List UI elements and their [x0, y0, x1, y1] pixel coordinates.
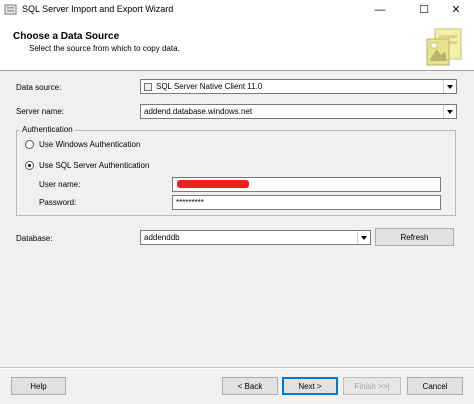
chevron-down-icon[interactable]	[443, 105, 456, 118]
server-name-combobox[interactable]: addend.database.windows.net	[140, 104, 457, 119]
windows-auth-option[interactable]: Use Windows Authentication	[25, 140, 140, 149]
refresh-button[interactable]: Refresh	[375, 228, 454, 246]
server-name-value: addend.database.windows.net	[144, 107, 253, 116]
maximize-icon: ☐	[419, 4, 429, 16]
data-source-provider-icon	[144, 82, 152, 91]
close-icon: ✕	[451, 4, 461, 16]
cancel-button[interactable]: Cancel	[407, 377, 463, 395]
redaction-mark	[177, 180, 249, 188]
next-button[interactable]: Next >	[282, 377, 338, 395]
authentication-group-label: Authentication	[20, 125, 75, 134]
page-subtitle: Select the source from which to copy dat…	[29, 44, 180, 53]
sql-auth-option[interactable]: Use SQL Server Authentication	[25, 161, 149, 170]
maximize-button[interactable]: ☐	[410, 0, 438, 20]
password-label: Password:	[39, 198, 77, 207]
page-title: Choose a Data Source	[13, 31, 120, 42]
database-dropdown[interactable]: addenddb	[140, 230, 371, 245]
finish-button[interactable]: Finish >>|	[343, 377, 401, 395]
windows-auth-radio[interactable]	[25, 140, 34, 149]
sql-auth-label: Use SQL Server Authentication	[39, 161, 150, 170]
app-icon	[4, 4, 17, 15]
data-source-dropdown[interactable]: SQL Server Native Client 11.0	[140, 79, 457, 94]
footer-divider-highlight	[0, 368, 474, 369]
minimize-button[interactable]: —	[366, 0, 394, 20]
back-button[interactable]: < Back	[222, 377, 278, 395]
windows-auth-label: Use Windows Authentication	[39, 140, 141, 149]
data-source-value: SQL Server Native Client 11.0	[156, 82, 263, 91]
wizard-graphic-icon	[426, 28, 462, 66]
window-title: SQL Server Import and Export Wizard	[22, 4, 174, 14]
database-value: addenddb	[144, 233, 180, 242]
close-button[interactable]: ✕	[442, 0, 470, 20]
radio-selected-dot	[28, 164, 31, 167]
data-source-label: Data source:	[16, 83, 62, 92]
sql-auth-radio[interactable]	[25, 161, 34, 170]
server-name-label: Server name:	[16, 107, 65, 116]
chevron-down-icon[interactable]	[443, 80, 456, 93]
user-name-label: User name:	[39, 180, 81, 189]
password-field[interactable]: *********	[172, 195, 441, 210]
database-label: Database:	[16, 234, 53, 243]
header-divider	[0, 70, 474, 71]
chevron-down-icon[interactable]	[357, 231, 370, 244]
minimize-icon: —	[374, 4, 386, 16]
password-value: *********	[176, 198, 205, 207]
user-name-field[interactable]	[172, 177, 441, 192]
help-button[interactable]: Help	[11, 377, 66, 395]
